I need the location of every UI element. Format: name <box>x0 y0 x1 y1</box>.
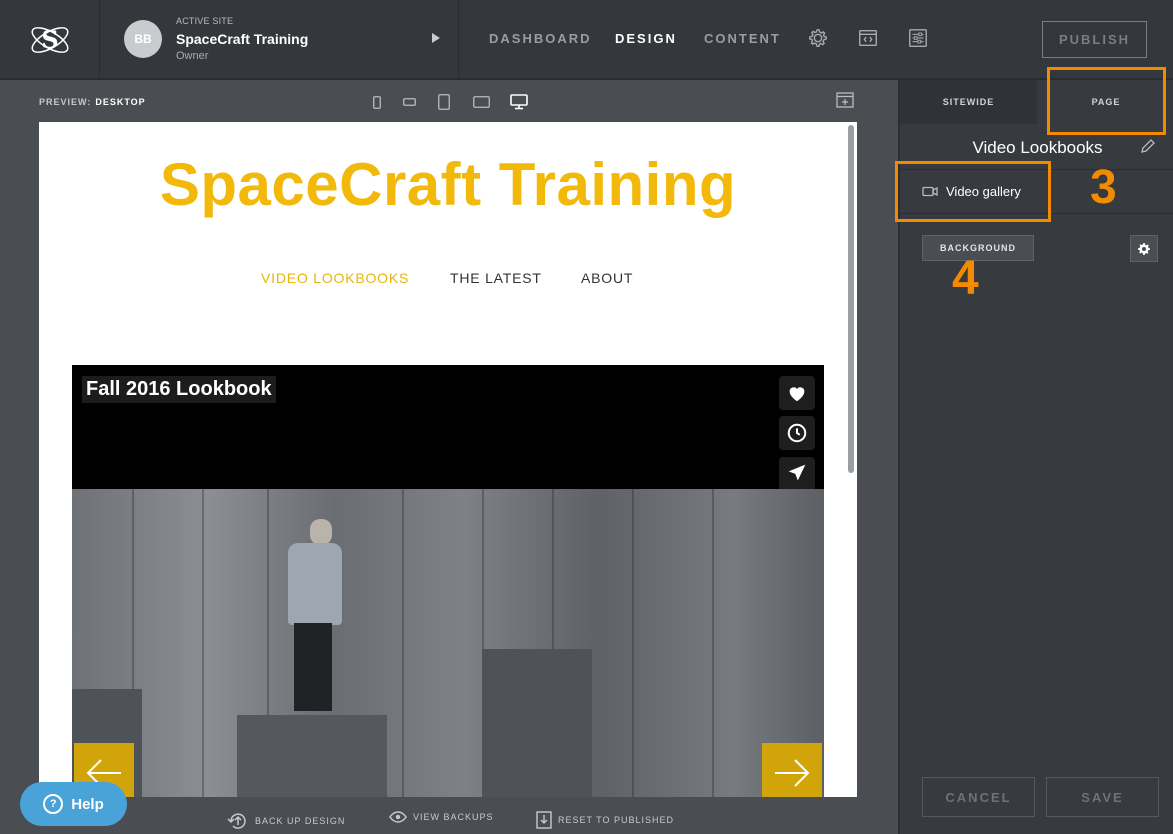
avatar: BB <box>124 20 162 58</box>
highlight-box-page-tab <box>1047 67 1166 135</box>
preview-label: PREVIEW: DESKTOP <box>39 97 146 107</box>
site-role: Owner <box>176 50 209 62</box>
help-label: Help <box>71 795 104 813</box>
annotation-marker-4: 4 <box>952 252 979 305</box>
back-up-design-label: BACK UP DESIGN <box>255 816 346 826</box>
preview-label-text: PREVIEW: <box>39 97 92 107</box>
highlight-box-video-gallery <box>895 161 1051 222</box>
site-menu-the-latest[interactable]: THE LATEST <box>450 270 542 286</box>
desktop-icon[interactable] <box>509 93 529 111</box>
site-name: SpaceCraft Training <box>176 31 309 47</box>
site-menu-about[interactable]: ABOUT <box>581 270 633 286</box>
view-backups-button[interactable]: VIEW BACKUPS <box>389 811 494 823</box>
help-question-icon: ? <box>43 794 64 814</box>
background-settings-gear-icon[interactable] <box>1130 235 1158 262</box>
app-logo[interactable]: S <box>0 0 100 80</box>
active-site-switcher[interactable]: BB ACTIVE SITE SpaceCraft Training Owner <box>100 0 459 80</box>
gear-icon[interactable] <box>806 26 830 50</box>
publish-button[interactable]: PUBLISH <box>1042 21 1147 58</box>
reset-to-published-button[interactable]: RESET TO PUBLISHED <box>536 811 674 829</box>
nav-dashboard[interactable]: DASHBOARD <box>489 31 592 46</box>
send-icon[interactable] <box>779 457 815 489</box>
gallery-next-arrow-icon[interactable] <box>762 743 822 797</box>
gallery-photo <box>72 489 824 797</box>
top-bar: S BB ACTIVE SITE SpaceCraft Training Own… <box>0 0 1173 80</box>
site-menu-video-lookbooks[interactable]: VIDEO LOOKBOOKS <box>261 270 409 286</box>
reset-icon <box>536 811 552 829</box>
nav-design[interactable]: DESIGN <box>615 31 677 46</box>
cancel-button[interactable]: CANCEL <box>922 777 1035 817</box>
clock-icon[interactable] <box>779 416 815 450</box>
backup-icon <box>227 813 246 829</box>
tab-sitewide[interactable]: SITEWIDE <box>900 80 1037 124</box>
video-gallery[interactable]: Fall 2016 Lookbook <box>72 365 824 797</box>
save-button[interactable]: SAVE <box>1046 777 1159 817</box>
svg-text:S: S <box>41 25 58 54</box>
nav-content[interactable]: CONTENT <box>704 31 781 46</box>
atom-logo-icon: S <box>30 25 69 54</box>
help-button[interactable]: ? Help <box>20 782 127 826</box>
preview-mode: DESKTOP <box>95 97 146 107</box>
active-site-kicker: ACTIVE SITE <box>176 16 234 26</box>
play-arrow-icon[interactable] <box>432 33 440 43</box>
sliders-icon[interactable] <box>906 26 930 50</box>
back-up-design-button[interactable]: BACK UP DESIGN <box>227 811 345 831</box>
eye-icon <box>389 811 407 823</box>
annotation-marker-3: 3 <box>1090 161 1117 214</box>
view-backups-label: VIEW BACKUPS <box>413 812 494 822</box>
reset-to-published-label: RESET TO PUBLISHED <box>558 815 675 825</box>
add-section-icon[interactable] <box>835 91 855 109</box>
site-brand-title[interactable]: SpaceCraft Training <box>39 150 857 219</box>
site-preview-canvas: SpaceCraft Training VIDEO LOOKBOOKS THE … <box>39 122 857 797</box>
phone-portrait-icon[interactable] <box>371 93 383 111</box>
tablet-portrait-icon[interactable] <box>437 93 451 111</box>
heart-icon[interactable] <box>779 376 815 410</box>
pencil-icon[interactable] <box>1140 138 1156 159</box>
phone-landscape-icon[interactable] <box>401 93 417 111</box>
code-icon[interactable] <box>856 26 880 50</box>
tablet-landscape-icon[interactable] <box>472 93 490 111</box>
gallery-title: Fall 2016 Lookbook <box>82 376 276 403</box>
preview-scrollbar[interactable] <box>848 125 854 473</box>
page-title: Video Lookbooks <box>972 138 1103 157</box>
